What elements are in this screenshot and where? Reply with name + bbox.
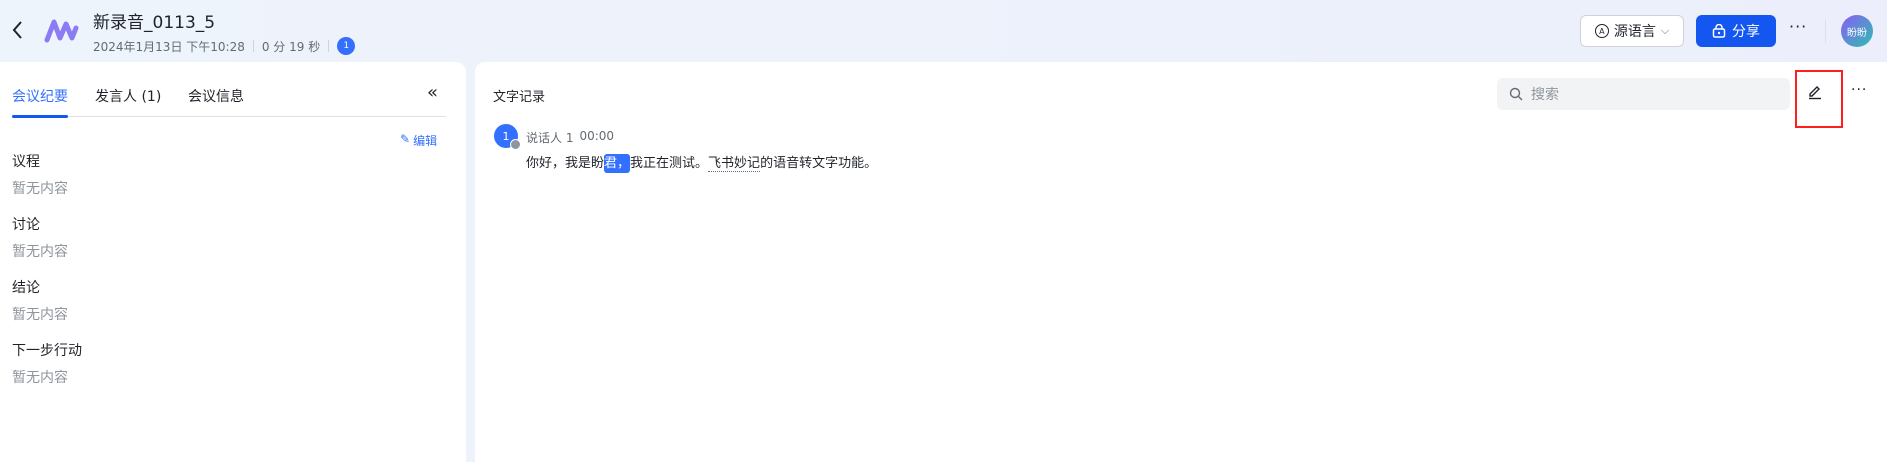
divider [1825, 19, 1826, 43]
edit-transcript-button[interactable] [1806, 82, 1824, 104]
section-next-steps-content: 暂无内容 [12, 370, 68, 386]
section-agenda-content: 暂无内容 [12, 181, 68, 197]
search-icon [1509, 87, 1523, 101]
edit-label: 编辑 [413, 134, 438, 148]
transcript-paragraph[interactable]: 你好，我是盼君，我正在测试。飞书妙记的语音转文字功能。 [526, 152, 878, 173]
collapse-panel-button[interactable]: « [427, 82, 438, 103]
section-next-steps-title: 下一步行动 [12, 343, 82, 359]
source-language-label: 源语言 [1613, 24, 1656, 40]
section-discussion-title: 讨论 [12, 217, 40, 233]
recording-title: 新录音_0113_5 [93, 13, 216, 33]
section-agenda-title: 议程 [12, 154, 40, 170]
more-options-button[interactable]: ··· [1789, 17, 1807, 36]
edit-summary-button[interactable]: ✎ 编辑 [400, 132, 437, 149]
divider [328, 40, 330, 52]
section-conclusion-content: 暂无内容 [12, 307, 68, 323]
transcript-text: 你好，我是盼 [526, 156, 605, 171]
keyword-link[interactable]: 飞书妙记 [708, 156, 761, 172]
share-button[interactable]: 分享 [1696, 15, 1776, 47]
back-button[interactable] [10, 19, 26, 45]
divider [252, 40, 254, 52]
tab-meeting-summary[interactable]: 会议纪要 [12, 86, 68, 106]
transcript-panel: 文字记录 搜索 ··· 1 说话人 1 00:00 你好，我是盼君，我正在测试。… [475, 62, 1887, 462]
user-avatar[interactable]: 盼盼 [1841, 15, 1873, 47]
source-language-dropdown[interactable]: A 源语言 ⌵ [1580, 15, 1684, 47]
chevron-down-icon: ⌵ [1660, 24, 1670, 37]
pencil-icon [1809, 86, 1821, 100]
search-input[interactable]: 搜索 [1497, 78, 1790, 110]
speaker-name[interactable]: 说话人 1 [526, 129, 573, 146]
translate-icon: A [1594, 24, 1609, 38]
recording-duration: 0 分 19 秒 [261, 39, 321, 54]
transcript-title: 文字记录 [493, 90, 546, 105]
transcript-text: 的语音转文字功能。 [760, 156, 878, 171]
playing-word-highlight: 君， [604, 154, 631, 173]
tab-divider [12, 116, 446, 117]
active-tab-indicator [12, 115, 68, 118]
section-conclusion-title: 结论 [12, 280, 40, 296]
search-placeholder: 搜索 [1531, 87, 1559, 103]
timestamp[interactable]: 00:00 [579, 129, 614, 146]
tab-speakers[interactable]: 发言人 (1) [95, 86, 161, 106]
transcript-more-button[interactable]: ··· [1851, 82, 1867, 98]
section-discussion-content: 暂无内容 [12, 244, 68, 260]
tab-meeting-info[interactable]: 会议信息 [188, 86, 244, 106]
edit-speaker-icon[interactable] [510, 139, 521, 150]
participant-badge[interactable]: 1 [337, 37, 356, 55]
transcript-text: 我正在测试。 [630, 156, 709, 171]
top-header: 新录音_0113_5 2024年1月13日 下午10:28 0 分 19 秒 1… [0, 0, 1887, 62]
minutes-logo-icon [44, 16, 80, 48]
share-label: 分享 [1732, 24, 1760, 40]
pencil-icon: ✎ [400, 132, 411, 146]
summary-panel: 会议纪要 发言人 (1) 会议信息 « ✎ 编辑 议程 暂无内容 讨论 暂无内容 … [0, 62, 466, 462]
recording-date: 2024年1月13日 下午10:28 [93, 39, 245, 54]
lock-icon [1712, 24, 1726, 38]
